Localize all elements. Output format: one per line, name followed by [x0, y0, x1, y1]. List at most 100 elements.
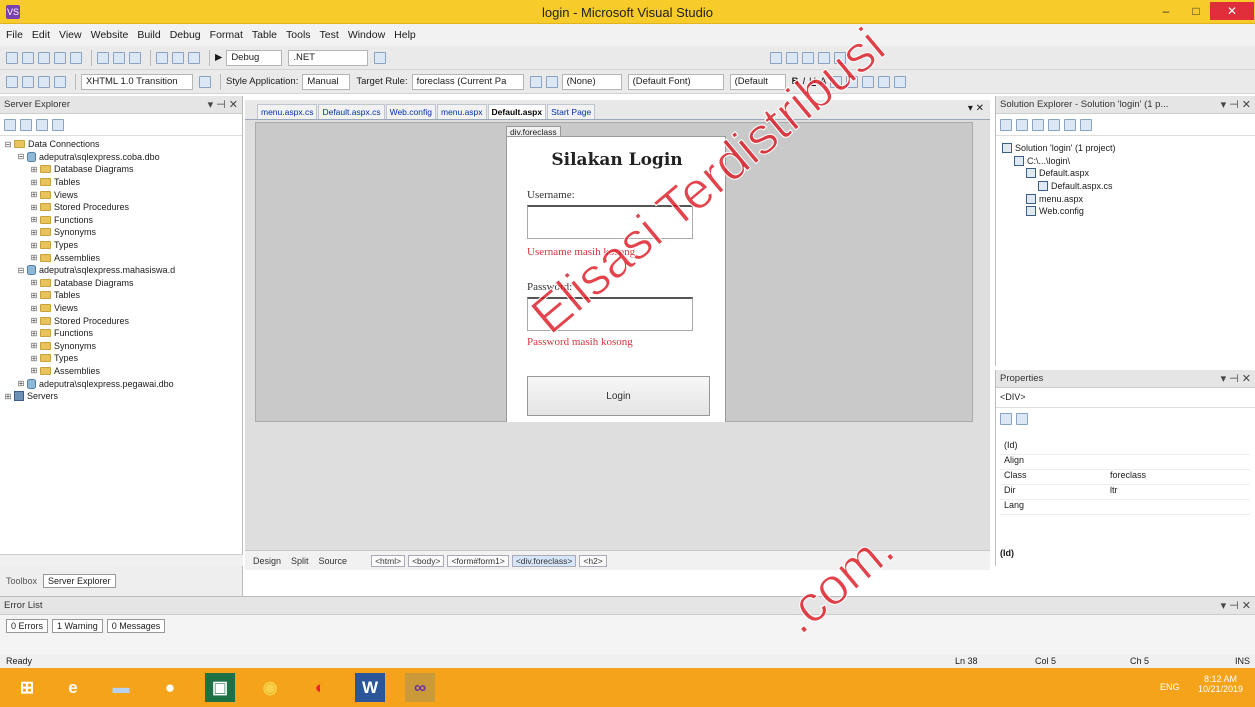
horizontal-scrollbar[interactable]	[0, 554, 243, 566]
expand-toggle-icon[interactable]: ⊞	[30, 215, 38, 224]
redo-icon[interactable]	[172, 51, 184, 64]
visual-studio-taskbar-icon[interactable]: ∞	[405, 673, 435, 702]
property-row[interactable]: Dir ltr	[1000, 485, 1250, 500]
expand-toggle-icon[interactable]: ⊞	[30, 241, 38, 250]
breadcrumb-tag[interactable]: <form#form1>	[447, 554, 509, 567]
check-accessibility-icon[interactable]	[199, 75, 211, 88]
menu-website[interactable]: Website	[91, 29, 129, 41]
config-select[interactable]: Debug	[226, 49, 283, 66]
tree-node[interactable]: ⊟ adeputra\sqlexpress.mahasiswa.d	[0, 264, 243, 277]
menu-edit[interactable]: Edit	[32, 29, 50, 41]
errors-filter-button[interactable]: 0 Errors	[6, 619, 49, 633]
tree-node[interactable]: ⊞ Functions	[0, 214, 243, 227]
expand-toggle-icon[interactable]: ⊞	[4, 392, 12, 401]
expand-toggle-icon[interactable]: ⊞	[30, 329, 38, 338]
document-tab[interactable]: Start Page	[547, 104, 596, 119]
refresh-icon[interactable]	[1032, 118, 1044, 131]
tree-node[interactable]: ⊞ Stored Procedures	[0, 201, 243, 214]
style-application-select[interactable]: Manual	[302, 73, 351, 90]
navigate-icon[interactable]	[188, 51, 200, 64]
windows-start-icon[interactable]: ⊞	[12, 673, 42, 702]
toolbox-tab[interactable]: Toolbox	[6, 576, 37, 586]
word-icon[interactable]: W	[355, 673, 385, 702]
font-select[interactable]: (Default Font)	[627, 73, 724, 90]
view-code-icon[interactable]	[1048, 118, 1060, 131]
expand-toggle-icon[interactable]: ⊟	[4, 140, 12, 149]
undo-icon[interactable]	[156, 51, 168, 64]
language-indicator[interactable]: ENG	[1160, 682, 1180, 692]
new-style-icon[interactable]	[529, 75, 542, 88]
menu-view[interactable]: View	[59, 29, 82, 41]
doctype-select[interactable]: XHTML 1.0 Transition	[81, 73, 193, 90]
tree-node[interactable]: ⊞ Servers	[0, 390, 243, 403]
media-player-icon[interactable]: ●	[155, 673, 185, 702]
expand-toggle-icon[interactable]: ⊞	[30, 228, 38, 237]
properties-icon[interactable]	[1000, 118, 1012, 131]
tree-node[interactable]: ⊞ Synonyms	[0, 226, 243, 239]
expand-toggle-icon[interactable]: ⊟	[17, 266, 25, 275]
expand-toggle-icon[interactable]: ⊞	[30, 253, 38, 262]
panel-pin-close-icon[interactable]: ▾ ⊣ ✕	[1221, 96, 1251, 114]
tree-node[interactable]: ⊞ Views	[0, 188, 243, 201]
internet-explorer-icon[interactable]: e	[58, 673, 88, 702]
tree-node[interactable]: ⊞ Tables	[0, 176, 243, 189]
tree-node[interactable]: ⊟ adeputra\sqlexpress.coba.dbo	[0, 151, 243, 164]
refresh-icon[interactable]	[4, 118, 16, 131]
show-all-files-icon[interactable]	[1016, 118, 1028, 131]
panel-pin-close-icon[interactable]: ▾ ⊣ ✕	[1221, 370, 1251, 388]
store-icon[interactable]: ▣	[205, 673, 235, 702]
menu-build[interactable]: Build	[137, 29, 160, 41]
solution-node[interactable]: Solution 'login' (1 project)	[1002, 142, 1245, 155]
expand-toggle-icon[interactable]: ⊞	[30, 366, 38, 375]
document-tab[interactable]: Web.config	[385, 104, 436, 119]
tree-node[interactable]: ⊞ adeputra\sqlexpress.pegawai.dbo	[0, 377, 243, 390]
menu-window[interactable]: Window	[348, 29, 385, 41]
menu-table[interactable]: Table	[252, 29, 277, 41]
expand-toggle-icon[interactable]: ⊞	[30, 341, 38, 350]
alphabetical-icon[interactable]	[1016, 413, 1028, 425]
cut-icon[interactable]	[97, 51, 109, 64]
property-row[interactable]: (Id)	[1000, 440, 1250, 455]
solution-node[interactable]: Default.aspx	[1002, 167, 1245, 180]
solution-node[interactable]: menu.aspx	[1002, 192, 1245, 205]
server-explorer-tab[interactable]: Server Explorer	[43, 574, 116, 588]
find-icon[interactable]	[374, 51, 387, 64]
menu-format[interactable]: Format	[210, 29, 243, 41]
asp-config-icon[interactable]	[1080, 118, 1092, 131]
stop-refresh-icon[interactable]	[20, 118, 32, 131]
messages-filter-button[interactable]: 0 Messages	[106, 619, 166, 633]
expand-toggle-icon[interactable]: ⊞	[30, 190, 38, 199]
solution-explorer-icon[interactable]	[770, 51, 783, 64]
expand-toggle-icon[interactable]: ⊞	[17, 379, 25, 388]
open-file-icon[interactable]	[38, 51, 50, 64]
tree-node[interactable]: ⊟ Data Connections	[0, 138, 243, 151]
close-button[interactable]: ✕	[1210, 2, 1254, 20]
menu-file[interactable]: File	[6, 29, 23, 41]
warnings-filter-button[interactable]: 1 Warning	[52, 619, 103, 633]
breadcrumb-tag[interactable]: <div.foreclass>	[511, 554, 577, 567]
platform-select[interactable]: .NET	[288, 49, 369, 66]
properties-icon[interactable]	[786, 51, 799, 64]
expand-toggle-icon[interactable]: ⊞	[30, 165, 38, 174]
tree-node[interactable]: ⊞ Stored Procedures	[0, 314, 243, 327]
document-tab[interactable]: Default.aspx	[487, 104, 547, 119]
save-icon[interactable]	[54, 51, 66, 64]
expand-toggle-icon[interactable]: ⊞	[30, 178, 38, 187]
tree-node[interactable]: ⊞ Assemblies	[0, 251, 243, 264]
panel-pin-close-icon[interactable]: ▾ ⊣ ✕	[208, 96, 238, 114]
target-rule-select[interactable]: foreclass (Current Pa	[411, 73, 524, 90]
connect-server-icon[interactable]	[52, 118, 64, 131]
login-button[interactable]: Login	[527, 376, 710, 416]
apply-style-icon[interactable]	[545, 75, 558, 88]
tree-node[interactable]: ⊞ Database Diagrams	[0, 163, 243, 176]
close-document-icon[interactable]: ▾ ✕	[968, 103, 984, 114]
property-value[interactable]: foreclass	[1110, 470, 1250, 484]
property-row[interactable]: Align	[1000, 455, 1250, 470]
tree-node[interactable]: ⊞ Views	[0, 302, 243, 315]
document-tab[interactable]: menu.aspx	[436, 104, 487, 119]
add-item-icon[interactable]	[22, 51, 34, 64]
save-all-icon[interactable]	[70, 51, 82, 64]
firefox-icon[interactable]: ◐	[305, 673, 335, 702]
tree-node[interactable]: ⊞ Synonyms	[0, 340, 243, 353]
document-tab[interactable]: Default.aspx.cs	[318, 104, 385, 119]
